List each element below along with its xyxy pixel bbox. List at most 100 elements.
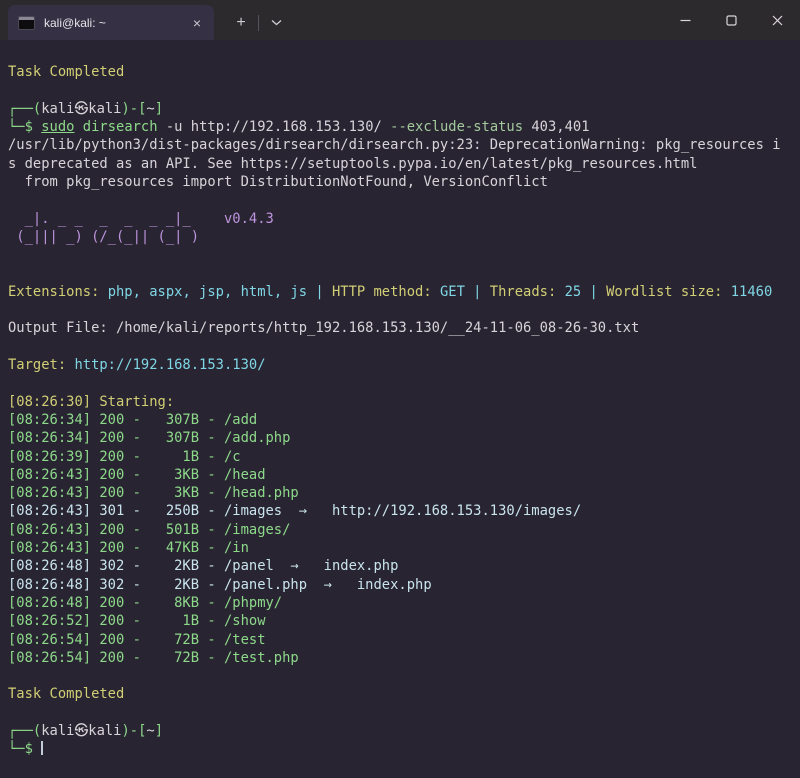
terminal-text: [08:26:43] 200 - 501B - /images/ [8,522,290,538]
terminal-text: (_||| _) (/_(_|| (_| ) [8,229,199,245]
terminal-text: sudo [41,119,74,135]
terminal-icon [18,16,35,30]
terminal-text: Task Completed [8,686,124,702]
terminal-window: kali@kali: ~ × + [0,0,800,778]
terminal-text: [08:26:52] 200 - 1B - /show [8,613,266,629]
terminal-line: (_||| _) (/_(_|| (_| ) [8,228,800,246]
terminal-text: )-[ [121,101,146,117]
terminal-output[interactable]: Task Completed ┌──(kali㉿kali)-[~]└─$ sud… [0,40,800,778]
terminal-line: [08:26:54] 200 - 72B - /test.php [8,649,800,667]
terminal-line [8,374,800,392]
tab-dropdown-button[interactable] [263,10,289,36]
terminal-text: [08:26:48] 302 - 2KB - /panel → index.ph… [8,558,398,574]
terminal-text: php, aspx, jsp, html, js [108,284,307,300]
terminal-line: Task Completed [8,63,800,81]
new-tab-group: + [228,5,289,40]
terminal-text: ~ [146,723,154,739]
terminal-text: 403,401 [523,119,589,135]
terminal-line: └─$ sudo dirsearch -u http://192.168.153… [8,118,800,136]
minimize-button[interactable] [662,0,708,40]
terminal-text: 25 [565,284,582,300]
terminal-text: [08:26:54] 200 - 72B - /test [8,632,266,648]
terminal-line: [08:26:34] 200 - 307B - /add [8,411,800,429]
terminal-line: ┌──(kali㉿kali)-[~] [8,100,800,118]
terminal-text: [08:26:39] 200 - 1B - /c [8,449,241,465]
terminal-text: 11460 [731,284,773,300]
terminal-line: [08:26:43] 200 - 3KB - /head [8,466,800,484]
terminal-line: ┌──(kali㉿kali)-[~] [8,722,800,740]
terminal-text: ┌──( [8,723,41,739]
terminal-line: _|. _ _ _ _ _ _|_ v0.4.3 [8,210,800,228]
terminal-line: [08:26:43] 200 - 47KB - /in [8,539,800,557]
terminal-text: GET [440,284,465,300]
maximize-button[interactable] [708,0,754,40]
terminal-line [8,704,800,722]
terminal-text: dirsearch [83,119,158,135]
titlebar: kali@kali: ~ × + [0,0,800,40]
terminal-text: _|. _ _ _ _ _ _|_ [8,211,224,227]
tab-kali[interactable]: kali@kali: ~ × [8,5,214,40]
minimize-icon [680,15,691,26]
close-icon [772,15,783,26]
terminal-text: [08:26:43] 301 - 250B - /images → http:/… [8,503,581,519]
terminal-line [8,301,800,319]
terminal-line: [08:26:48] 302 - 2KB - /panel.php → inde… [8,576,800,594]
terminal-text: v0.4.3 [224,211,274,227]
terminal-line: [08:26:52] 200 - 1B - /show [8,612,800,630]
terminal-text: Extensions: [8,284,108,300]
terminal-text: [08:26:30] Starting: [8,394,182,410]
terminal-text: Output File: /home/kali/reports/http_192… [8,320,639,336]
terminal-text: )-[ [121,723,146,739]
window-controls [662,0,800,40]
terminal-text: kali㉿kali [41,723,121,739]
maximize-icon [726,15,737,26]
terminal-line [8,338,800,356]
terminal-line: └─$ [8,740,800,758]
terminal-text: ] [155,723,163,739]
terminal-text: [08:26:48] 200 - 8KB - /phpmy/ [8,595,282,611]
terminal-text: /usr/lib/python3/dist-packages/dirsearch… [8,137,781,153]
terminal-text: kali㉿kali [41,101,121,117]
terminal-text: [08:26:34] 200 - 307B - /add [8,412,257,428]
terminal-line: [08:26:48] 200 - 8KB - /phpmy/ [8,594,800,612]
terminal-text: [08:26:43] 200 - 3KB - /head.php [8,485,299,501]
terminal-text: http://192.168.153.130/ [74,357,265,373]
terminal-text [74,119,82,135]
close-window-button[interactable] [754,0,800,40]
terminal-line: s deprecated as an API. See https://setu… [8,155,800,173]
terminal-line: [08:26:43] 200 - 3KB - /head.php [8,484,800,502]
terminal-line: from pkg_resources import DistributionNo… [8,173,800,191]
terminal-text: --exclude-status [390,119,523,135]
terminal-text: Task Completed [8,64,124,80]
terminal-text: ┌──( [8,101,41,117]
terminal-line: [08:26:30] Starting: [8,393,800,411]
terminal-text: s deprecated as an API. See https://setu… [8,156,697,172]
terminal-text: HTTP method: [332,284,440,300]
terminal-text: └─$ [8,741,41,757]
terminal-text: Wordlist size: [606,284,731,300]
tab-title: kali@kali: ~ [44,16,188,30]
text-cursor [41,741,43,755]
terminal-line: Task Completed [8,685,800,703]
chevron-down-icon [271,19,282,26]
terminal-line: Extensions: php, aspx, jsp, html, js | H… [8,283,800,301]
terminal-line: [08:26:34] 200 - 307B - /add.php [8,429,800,447]
terminal-line: /usr/lib/python3/dist-packages/dirsearch… [8,136,800,154]
terminal-line: Target: http://192.168.153.130/ [8,356,800,374]
terminal-line [8,265,800,283]
terminal-text: ~ [146,101,154,117]
terminal-line [8,191,800,209]
terminal-line [8,667,800,685]
terminal-text: from pkg_resources import DistributionNo… [8,174,548,190]
terminal-line: [08:26:43] 301 - 250B - /images → http:/… [8,502,800,520]
terminal-text: └─$ [8,119,41,135]
terminal-text: [08:26:54] 200 - 72B - /test.php [8,650,299,666]
new-tab-button[interactable]: + [228,10,254,36]
terminal-line: [08:26:48] 302 - 2KB - /panel → index.ph… [8,557,800,575]
terminal-text: | [465,284,490,300]
terminal-text: ] [155,101,163,117]
close-tab-icon[interactable]: × [188,14,206,32]
terminal-text: | [581,284,606,300]
terminal-line [8,45,800,63]
terminal-text: Target: [8,357,74,373]
